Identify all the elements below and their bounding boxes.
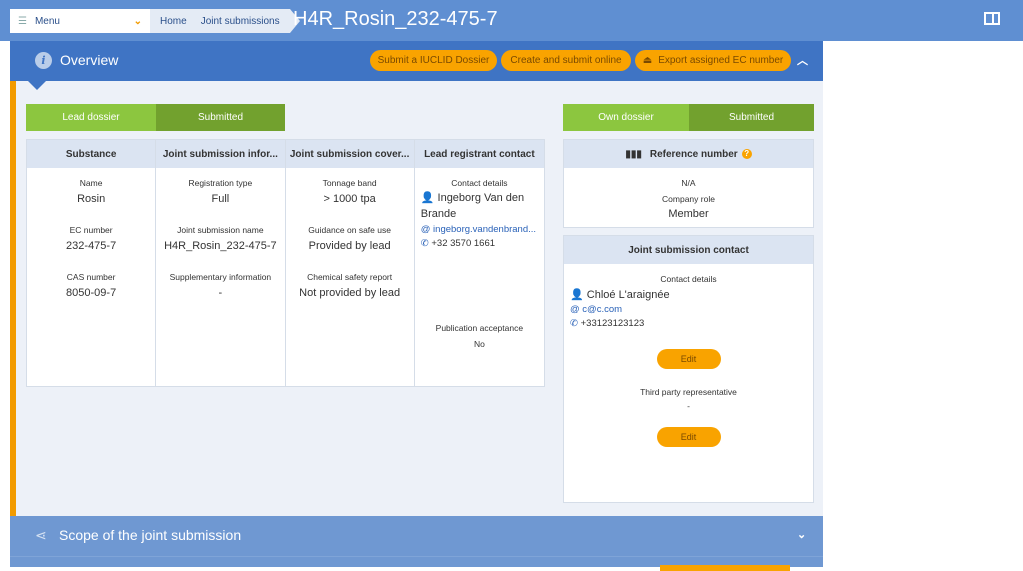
field-label: Chemical safety report <box>307 272 393 282</box>
breadcrumb: Home Joint submissions <box>150 9 300 33</box>
field-value: Rosin <box>77 193 106 205</box>
info-column: Joint submission infor... Registration t… <box>156 140 286 386</box>
field-label: Publication acceptance <box>435 323 524 333</box>
export-label: Export assigned EC number <box>658 55 784 66</box>
edit-third-party-button[interactable]: Edit <box>656 427 721 447</box>
create-submit-online-button[interactable]: Create and submit online <box>501 50 631 71</box>
scope-title: Scope of the joint submission <box>59 527 242 543</box>
field-label: Guidance on safe use <box>308 225 391 235</box>
share-icon: ⋖ <box>35 527 47 543</box>
field-label: Registration type <box>188 178 253 188</box>
info-icon: i <box>35 52 52 69</box>
scope-section-header[interactable]: ⋖ Scope of the joint submission ⌄ <box>10 516 823 556</box>
field-label: Third party representative <box>640 387 737 397</box>
lead-contact-column: Lead registrant contact Contact details … <box>414 140 544 386</box>
field-value: Not provided by lead <box>299 287 401 299</box>
email-icon: @ <box>570 304 580 315</box>
export-ec-button[interactable]: ⏏ Export assigned EC number <box>635 50 791 71</box>
field-label: Contact details <box>660 274 717 284</box>
help-icon[interactable]: ? <box>741 149 752 159</box>
dossier-table: Substance Name Rosin EC number 232-475-7 C… <box>26 139 545 387</box>
field-label: Name <box>79 178 103 188</box>
next-section-header <box>10 556 823 571</box>
overview-notch <box>28 81 46 90</box>
lead-dossier-label: Lead dossier <box>26 104 156 131</box>
submit-iuclid-button[interactable]: Submit a IUCLID Dossier <box>370 50 497 71</box>
own-dossier-status: Own dossier Submitted <box>563 104 814 131</box>
column-header: Substance <box>27 140 156 168</box>
field-value: No <box>473 339 485 349</box>
lead-contact-name: Ingeborg Van den Brande <box>420 192 525 220</box>
panel-toggle-icon[interactable] <box>984 12 1000 25</box>
breadcrumb-home[interactable]: Home <box>160 16 187 27</box>
phone-icon: ✆ <box>420 238 429 249</box>
chevron-down-icon[interactable]: ⌄ <box>797 528 806 541</box>
column-header: Lead registrant contact <box>414 140 544 168</box>
substance-column: Substance Name Rosin EC number 232-475-7 C… <box>27 140 157 386</box>
email-icon: @ <box>420 224 431 235</box>
breadcrumb-joint-submissions[interactable]: Joint submissions <box>201 16 280 27</box>
edit-contact-button[interactable]: Edit <box>656 349 721 369</box>
reference-panel: ▮▮▮ Reference number? N/A Company role Me… <box>563 139 814 228</box>
export-icon: ⏏ <box>642 55 653 66</box>
field-label: Supplementary information <box>169 272 272 282</box>
field-value: 232-475-7 <box>66 240 117 252</box>
user-icon: 👤 <box>570 289 584 301</box>
phone-icon: ✆ <box>570 318 578 329</box>
coverage-column: Joint submission cover... Tonnage band > … <box>285 140 415 386</box>
barcode-icon: ▮▮▮ <box>625 148 642 160</box>
reference-value: N/A <box>681 178 696 188</box>
column-header: Joint submission cover... <box>285 140 414 168</box>
field-label: Joint submission name <box>177 225 264 235</box>
contact-email[interactable]: c@c.com <box>582 304 622 315</box>
chevron-up-icon[interactable]: ︿ <box>797 52 808 68</box>
field-value: - <box>218 287 223 299</box>
menu-label: Menu <box>34 15 60 27</box>
user-icon: 👤 <box>420 192 435 204</box>
hamburger-icon: ☰ <box>18 15 27 27</box>
overview-title: Overview <box>60 52 119 68</box>
field-label: EC number <box>69 225 113 235</box>
joint-submission-contact-panel: Joint submission contact Contact details… <box>563 235 814 503</box>
third-party-value: - <box>687 401 690 411</box>
top-bar: ☰ Menu ⌄ Home Joint submissions H4R_Rosin_2… <box>0 0 1023 41</box>
field-value: Full <box>211 193 230 205</box>
field-value: 8050-09-7 <box>66 287 117 299</box>
next-section-button[interactable] <box>660 565 790 571</box>
lead-contact-email[interactable]: ingeborg.vandenbrand... <box>433 224 536 235</box>
field-label: Tonnage band <box>322 178 377 188</box>
contact-phone: +33123123123 <box>580 318 645 329</box>
field-value: Provided by lead <box>308 240 391 252</box>
field-label: Company role <box>662 194 715 204</box>
own-dossier-label: Own dossier <box>563 104 689 131</box>
chevron-down-icon: ⌄ <box>133 15 142 27</box>
lead-dossier-state: Submitted <box>156 104 285 131</box>
field-label: CAS number <box>66 272 116 282</box>
column-header: Joint submission infor... <box>156 140 285 168</box>
company-role: Member <box>668 208 709 220</box>
menu-dropdown[interactable]: ☰ Menu ⌄ <box>10 9 150 33</box>
reference-title: Reference number <box>649 148 738 160</box>
own-dossier-state: Submitted <box>689 104 814 131</box>
lead-contact-phone: +32 3570 1661 <box>431 238 496 249</box>
page-title: H4R_Rosin_232-475-7 <box>293 8 498 30</box>
field-value: > 1000 tpa <box>323 193 376 205</box>
contact-name: Chloé L'araignée <box>586 289 670 301</box>
accent-strip <box>10 81 16 516</box>
contact-header: Joint submission contact <box>564 236 813 264</box>
reference-header: ▮▮▮ Reference number? <box>564 140 813 168</box>
lead-dossier-status: Lead dossier Submitted <box>26 104 285 131</box>
field-label: Contact details <box>451 178 508 188</box>
field-value: H4R_Rosin_232-475-7 <box>164 240 277 252</box>
